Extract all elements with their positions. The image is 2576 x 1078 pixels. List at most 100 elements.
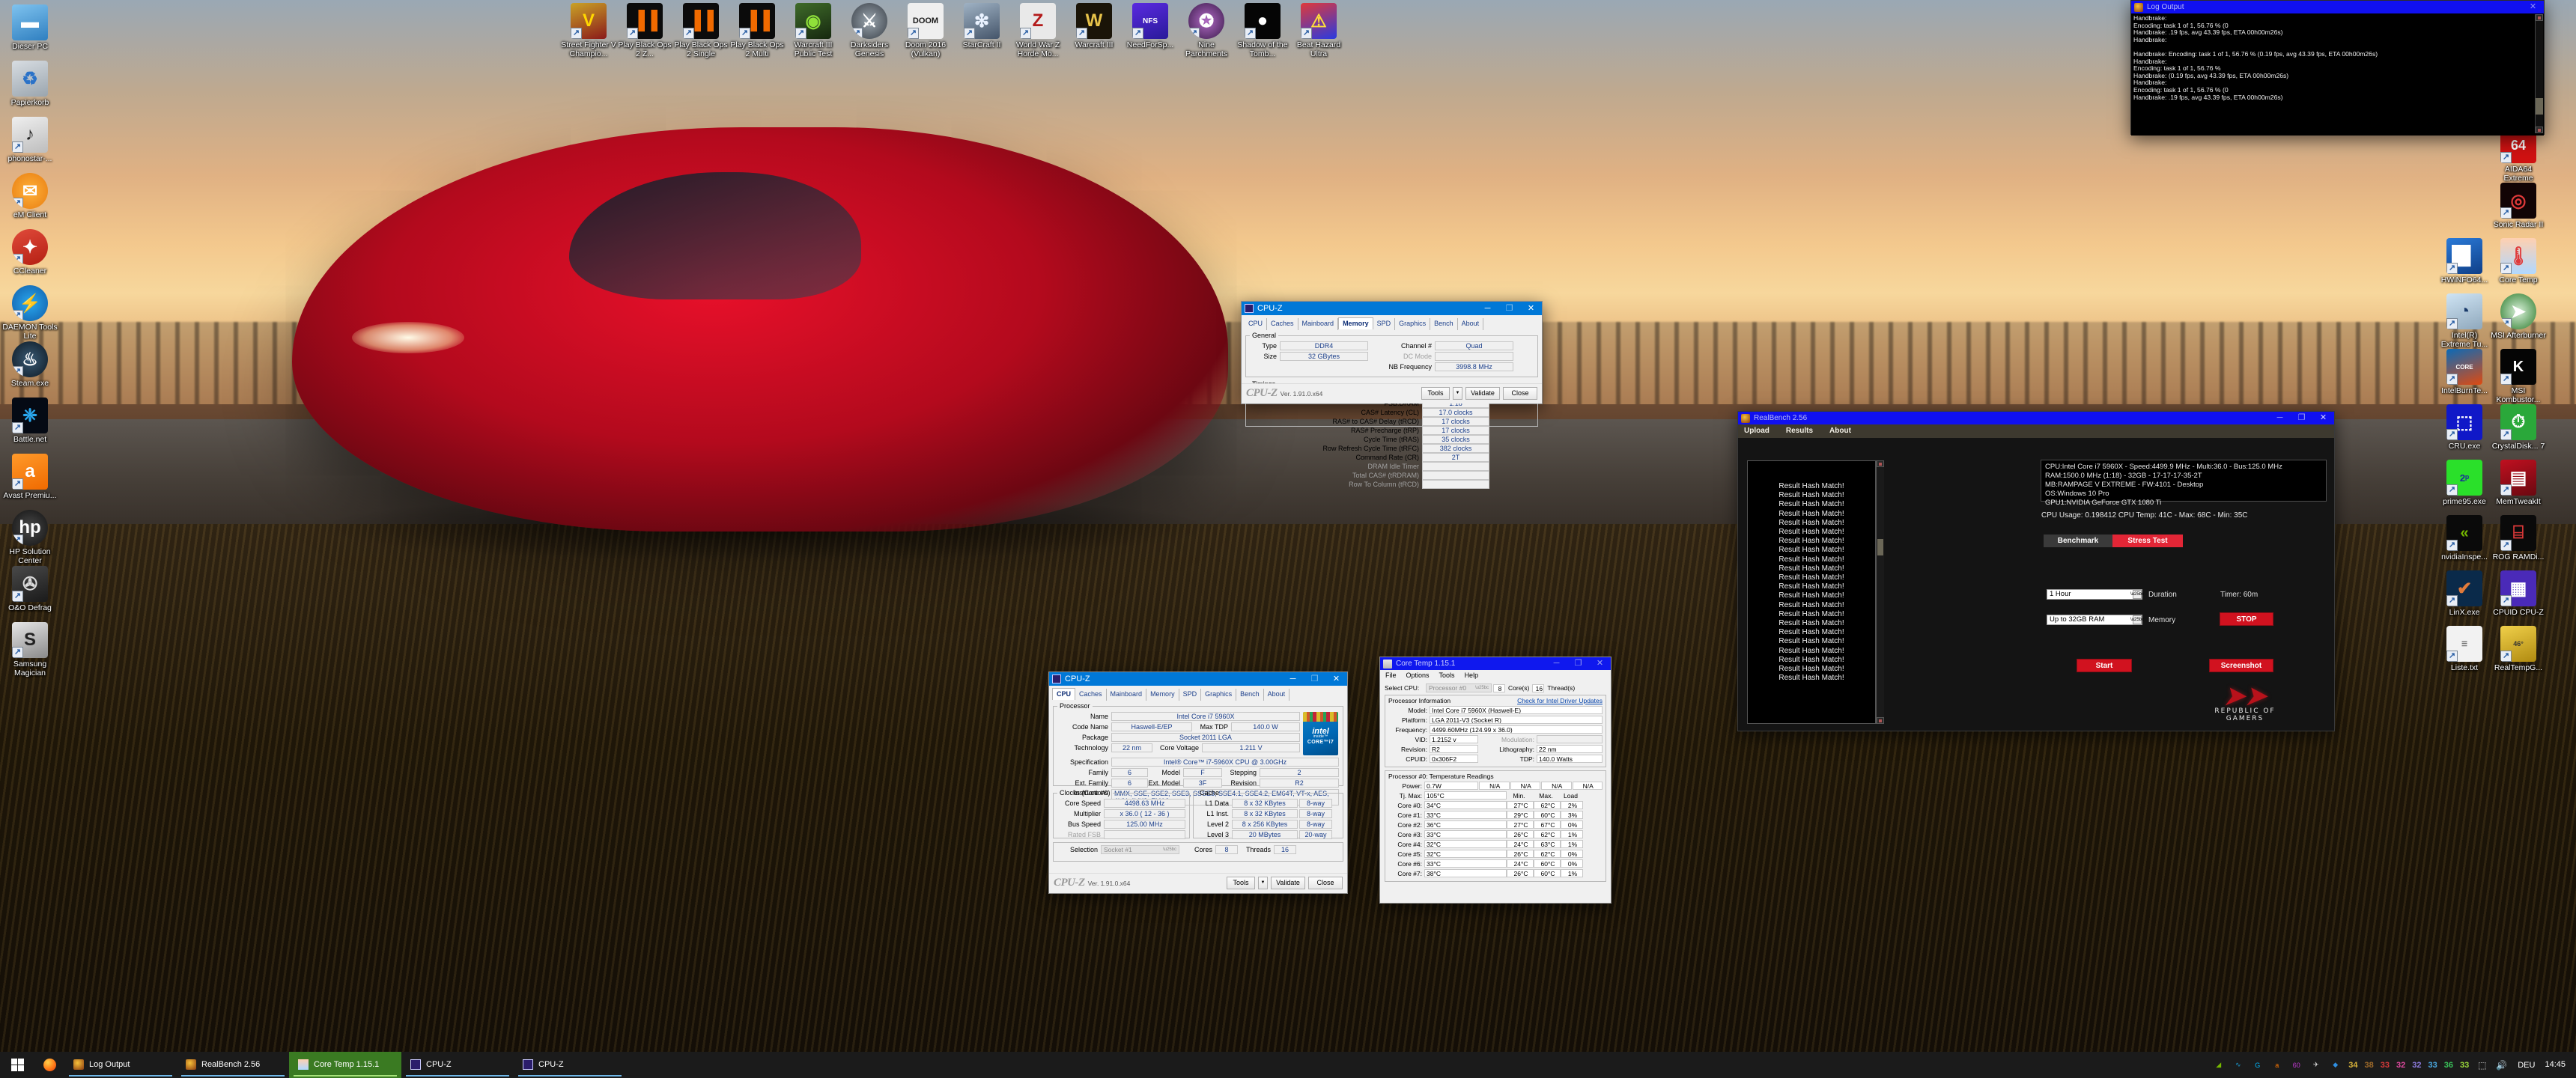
tab-spd[interactable]: SPD — [1179, 689, 1202, 701]
start-button[interactable] — [0, 1052, 34, 1078]
close-button[interactable]: Close — [1503, 387, 1537, 400]
desktop-icon-black-ops-2-single[interactable]: ▐▐ ↗ Play Black Ops 2 Single — [672, 3, 729, 58]
select-cpu-dropdown[interactable]: Processor #0 \u25bc — [1426, 683, 1492, 692]
log-output-titlebar[interactable]: Log Output ✕ — [2131, 1, 2544, 13]
benchmark-button[interactable]: Benchmark — [2044, 535, 2112, 547]
stress-test-button[interactable]: Stress Test — [2112, 535, 2183, 547]
desktop-icon-sonic-radar[interactable]: ◎ ↗ Sonic Radar II — [2490, 183, 2547, 230]
desktop-icon-battlenet[interactable]: ❈ ↗ Battle.net — [1, 398, 58, 445]
scroll-down-button[interactable] — [2536, 127, 2543, 133]
menu-options[interactable]: Options — [1406, 672, 1430, 679]
tools-button[interactable]: Tools — [1227, 877, 1255, 889]
desktop-icon-text-file[interactable]: ☰ ↗ Liste.txt — [2436, 626, 2493, 673]
cpuz-memory-tabstrip[interactable]: CPU Caches Mainboard Memory SPD Graphics Bench… — [1242, 315, 1542, 330]
realbench-titlebar[interactable]: RealBench 2.56 ─ ❐ ✕ — [1738, 412, 2334, 424]
volume-icon[interactable]: 🔊 — [2495, 1059, 2508, 1071]
taskbar-task-list[interactable]: Log Output RealBench 2.56 Core Temp 1.15.1… — [64, 1052, 626, 1078]
desktop-icon-shadow-tomb-raider[interactable]: ● ↗ Shadow of the Tomb... — [1234, 3, 1291, 58]
scroll-thumb[interactable] — [2536, 98, 2543, 115]
desktop-icon-street-fighter-v[interactable]: V ↗ Street Fighter V Champio... — [560, 3, 617, 58]
system-tray[interactable]: ◢ ∿ Ga 60 ✈ ◆ 34 38 33 32 32 33 36 33 ⬚ 🔊 DEU 14:45 — [2212, 1052, 2576, 1078]
logitech-tray-icon[interactable]: G — [2251, 1059, 2264, 1071]
clock[interactable]: 14:45 — [2545, 1060, 2569, 1070]
intel-driver-updates-link[interactable]: Check for Intel Driver Updates — [1517, 697, 1603, 704]
taskbar-item-cpu-z[interactable]: CPU-Z — [514, 1052, 626, 1078]
duration-select[interactable]: 1 Hour \u25bc — [2047, 589, 2144, 600]
maximize-icon[interactable]: ❐ — [1304, 673, 1325, 686]
firefox-taskbar-icon[interactable] — [34, 1052, 64, 1078]
desktop-icon-doom-2016[interactable]: DOOM ↗ Doom 2016 (Vulkan) — [897, 3, 954, 58]
desktop-icon-aida64[interactable]: 64 ↗ AIDA64 Extreme — [2490, 127, 2547, 183]
tab-graphics[interactable]: Graphics — [1395, 318, 1431, 330]
desktop-icon-phonostar[interactable]: ♪ ↗ phonostar-... — [1, 117, 58, 164]
desktop-icon-hwinfo64[interactable]: █▌ ↗ HWiNFO64... — [2436, 238, 2493, 285]
cpuz-memory-titlebar[interactable]: CPU-Z ─ ❐ ✕ — [1242, 302, 1542, 315]
tab-mainboard[interactable]: Mainboard — [1106, 689, 1147, 701]
taskbar-item-cpu-z[interactable]: CPU-Z — [401, 1052, 514, 1078]
desktop-icon-intel-burn-test[interactable]: CORE ↗ IntelBurnTe... — [2436, 349, 2493, 396]
desktop-icon-steam[interactable]: ♨ ↗ Steam.exe — [1, 341, 58, 389]
maximize-icon[interactable]: ❐ — [2291, 412, 2312, 424]
taskbar-item-core-temp-1-15-1[interactable]: Core Temp 1.15.1 — [289, 1052, 401, 1078]
tab-graphics[interactable]: Graphics — [1201, 689, 1237, 701]
blue-drop-tray-icon[interactable]: ◆ — [2329, 1059, 2342, 1071]
desktop-icon-intel-xtu[interactable]: ◔ ↗ Intel(R) Extreme Tu... — [2436, 293, 2493, 349]
tab-bench[interactable]: Bench — [1236, 689, 1264, 701]
desktop-icon-prime95[interactable]: 2ᵖ ↗ prime95.exe — [2436, 460, 2493, 507]
desktop-icon-black-ops-2-multi[interactable]: ▐▐ ↗ Play Black Ops 2 Multi — [729, 3, 786, 58]
desktop-icon-linx[interactable]: ✔ ↗ LinX.exe — [2436, 570, 2493, 618]
menu-help[interactable]: Help — [1465, 672, 1479, 679]
desktop-icon-samsung-magician[interactable]: S ↗ Samsung Magician — [1, 622, 58, 677]
socket-select[interactable]: Socket #1 \u25bc — [1101, 845, 1179, 854]
close-icon[interactable]: ✕ — [1589, 657, 1611, 670]
validate-button[interactable]: Validate — [1465, 387, 1500, 400]
taskbar-item-realbench-2-56[interactable]: RealBench 2.56 — [177, 1052, 289, 1078]
taskbar[interactable]: Log Output RealBench 2.56 Core Temp 1.15.1… — [0, 1052, 2576, 1078]
msi-afterburner-tray-icon[interactable]: 60 — [2290, 1059, 2303, 1071]
tab-memory[interactable]: Memory — [1338, 317, 1373, 329]
close-icon[interactable]: ✕ — [1520, 302, 1542, 315]
tab-mainboard[interactable]: Mainboard — [1298, 318, 1339, 330]
desktop-icon-warcraft-iii-ptr[interactable]: ◉ ↗ Warcraft III Public Test — [785, 3, 842, 58]
desktop-icon-crystaldiskmark[interactable]: ⏱ ↗ CrystalDisk... 7 — [2490, 404, 2547, 451]
tools-dropdown-icon[interactable]: ▼ — [1453, 387, 1462, 400]
desktop-icon-cpuid-cpuz[interactable]: ▦ ↗ CPUID CPU-Z — [2490, 570, 2547, 618]
desktop-icon-memtweakit[interactable]: ▤ ↗ MemTweakIt — [2490, 460, 2547, 507]
plane-tray-icon[interactable]: ✈ — [2309, 1059, 2322, 1071]
realbench-log-scrollbar[interactable] — [1876, 460, 1884, 724]
desktop-icon-msi-afterburner[interactable]: ➤ ↗ MSI Afterburner — [2490, 293, 2547, 341]
start-button[interactable]: Start — [2077, 659, 2132, 672]
realbench-window[interactable]: RealBench 2.56 ─ ❐ ✕ Upload Results About … — [1737, 411, 2335, 731]
desktop-icon-warcraft-iii[interactable]: W ↗ Warcraft III — [1066, 3, 1123, 50]
desktop-icon-black-ops-2-zombies[interactable]: ▐▐ ↗ Play Black Ops 2 Z... — [616, 3, 673, 58]
desktop-icon-darksiders-genesis[interactable]: ⚔ ↗ Darksiders Genesis — [841, 3, 898, 58]
avast-tray-icon[interactable]: a — [2270, 1059, 2283, 1071]
taskbar-item-log-output[interactable]: Log Output — [64, 1052, 177, 1078]
minimize-icon[interactable]: ─ — [1477, 302, 1498, 315]
tab-cpu[interactable]: CPU — [1245, 318, 1268, 330]
minimize-icon[interactable]: ─ — [2269, 412, 2291, 424]
log-output-scrollbar[interactable] — [2535, 14, 2543, 133]
menu-file[interactable]: File — [1385, 672, 1397, 679]
desktop-icon-avast[interactable]: a ↗ Avast Premiu... — [1, 454, 58, 501]
desktop-icon-nvidia-inspector[interactable]: «↗ nvidiaInspe... — [2436, 515, 2493, 562]
tab-about[interactable]: About — [1263, 689, 1290, 701]
nvidia-tray-icon[interactable]: ◢ — [2212, 1059, 2225, 1071]
scroll-down-button[interactable] — [1877, 717, 1884, 724]
screenshot-button[interactable]: Screenshot — [2209, 659, 2273, 672]
desktop-icon-core-temp[interactable]: 🌡 ↗ Core Temp — [2490, 238, 2547, 285]
desktop-icon-hp[interactable]: hp ↗ HP Solution Center — [1, 510, 58, 565]
log-output-close-icon[interactable]: ✕ — [2522, 1, 2544, 13]
desktop-icon-cru[interactable]: ⬚ ↗ CRU.exe — [2436, 404, 2493, 451]
scroll-thumb[interactable] — [1877, 539, 1883, 555]
cpuz-memory-window[interactable]: CPU-Z ─ ❐ ✕ CPU Caches Mainboard Memory SPD G… — [1241, 301, 1543, 489]
menu-upload[interactable]: Upload — [1744, 427, 1770, 435]
close-icon[interactable]: ✕ — [1325, 673, 1347, 686]
desktop-icon-recycle-bin[interactable]: ♻ Papierkorb — [1, 61, 58, 108]
cpuz-cpu-window[interactable]: CPU-Z ─ ❐ ✕ CPU Caches Mainboard Memory SPD G… — [1048, 672, 1348, 894]
log-output-window[interactable]: Log Output ✕ Handbrake: Encoding: task 1 … — [2130, 0, 2545, 135]
tab-about[interactable]: About — [1457, 318, 1484, 330]
minimize-icon[interactable]: ─ — [1282, 673, 1304, 686]
desktop-icon-realtemp[interactable]: 46° ↗ RealTempG... — [2490, 626, 2547, 673]
core-temp-titlebar[interactable]: Core Temp 1.15.1 ─ ❐ ✕ — [1380, 657, 1611, 670]
